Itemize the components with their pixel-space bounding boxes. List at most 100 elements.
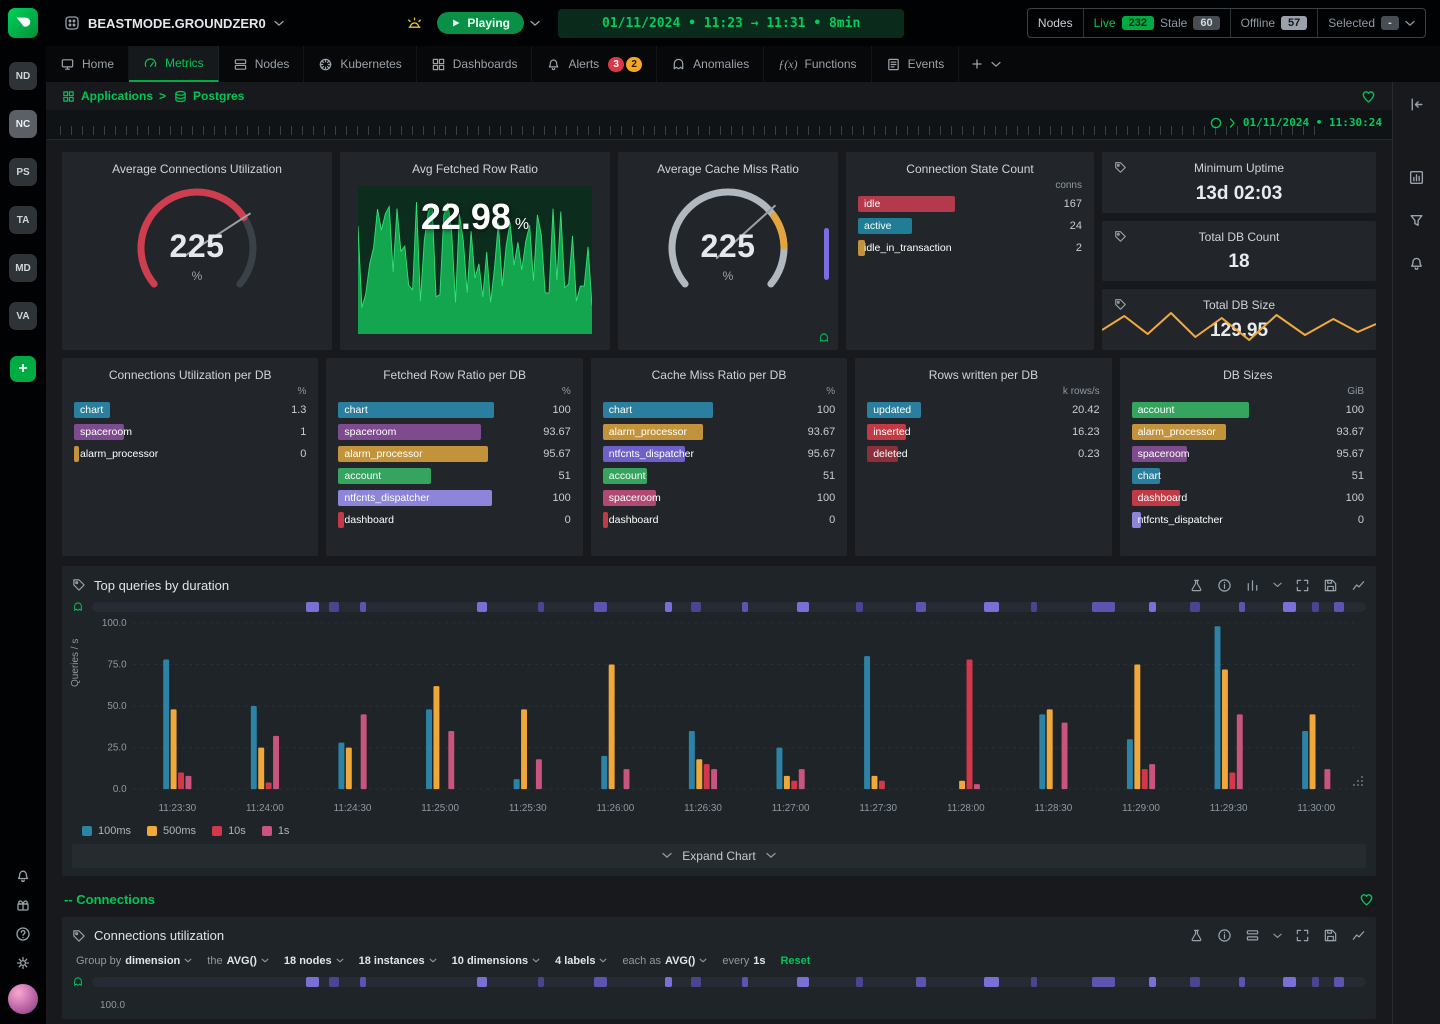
line-chart-icon[interactable] xyxy=(1351,578,1366,593)
breadcrumb-postgres[interactable]: Postgres xyxy=(174,89,244,103)
anomaly-rate-icon[interactable] xyxy=(1189,578,1204,593)
card-avg-fetched-row-ratio[interactable]: Avg Fetched Row Ratio 22.98% xyxy=(340,152,610,350)
dimension-row[interactable]: updated20.42 xyxy=(855,399,1111,421)
anomaly-ribbon[interactable] xyxy=(92,977,1366,987)
dimension-row[interactable]: chart100 xyxy=(326,399,582,421)
tab-nodes[interactable]: Nodes xyxy=(219,46,305,82)
chart-type-button[interactable] xyxy=(1245,578,1260,593)
dimension-row[interactable]: alarm_processor0 xyxy=(62,443,318,465)
dimension-row[interactable]: chart100 xyxy=(591,399,847,421)
date-range-picker[interactable]: 01/11/2024 • 11:23 → 11:31 • 8min xyxy=(558,9,904,38)
expand-chart-button[interactable]: Expand Chart xyxy=(72,844,1366,868)
breadcrumb-applications[interactable]: Applications > xyxy=(62,89,166,103)
timeline-current-time[interactable]: 01/11/2024 • 11:30:24 xyxy=(1210,116,1382,129)
toolbar-avg[interactable]: each asAVG() xyxy=(622,955,707,967)
dimension-row[interactable]: inserted16.23 xyxy=(855,421,1111,443)
dimension-row[interactable]: alarm_processor95.67 xyxy=(326,443,582,465)
toolbar-18-instances[interactable]: 18 instances xyxy=(359,955,437,967)
anomaly-rate-icon[interactable] xyxy=(1189,928,1204,943)
legend-item[interactable]: 10s xyxy=(212,825,246,837)
toolbar-18-nodes[interactable]: 18 nodes xyxy=(284,955,344,967)
top-queries-chart[interactable]: 0.025.050.075.0100.011:23:3011:24:0011:2… xyxy=(88,617,1366,821)
space-item[interactable]: MD xyxy=(9,254,37,282)
dimension-row[interactable]: alarm_processor93.67 xyxy=(591,421,847,443)
anomalies-ghost-icon[interactable] xyxy=(818,332,830,344)
dimension-row[interactable]: dashboard100 xyxy=(1120,487,1376,509)
space-item[interactable]: ND xyxy=(9,62,37,90)
info-icon[interactable] xyxy=(1217,928,1232,943)
card-total-db-size[interactable]: Total DB Size 129.95 xyxy=(1102,289,1376,350)
dimension-row[interactable]: ntfcnts_dispatcher95.67 xyxy=(591,443,847,465)
dimension-row[interactable]: account100 xyxy=(1120,399,1376,421)
nodes-offline-segment[interactable]: Offline 57 xyxy=(1230,9,1318,37)
chart-type-caret-icon[interactable] xyxy=(1273,582,1282,588)
gift-icon[interactable] xyxy=(15,897,31,913)
playing-button[interactable]: Playing xyxy=(437,12,524,34)
user-avatar[interactable] xyxy=(8,984,38,1014)
toolbar-1s[interactable]: every1s xyxy=(722,955,765,967)
add-tab-button[interactable] xyxy=(959,46,1013,82)
line-chart-icon[interactable] xyxy=(1351,928,1366,943)
toolbar-avg[interactable]: theAVG() xyxy=(207,955,269,967)
anomalies-ghost-icon[interactable] xyxy=(72,976,84,988)
favorite-heart-icon[interactable] xyxy=(1361,89,1376,103)
tab-kubernetes[interactable]: Kubernetes xyxy=(304,46,416,82)
playing-caret-icon[interactable] xyxy=(530,20,540,27)
add-space-button[interactable]: + xyxy=(10,356,36,382)
nodes-live-segment[interactable]: Live 232 Stale 60 xyxy=(1083,9,1230,37)
tab-events[interactable]: Events xyxy=(872,46,960,82)
alerts-bell-icon[interactable] xyxy=(1408,255,1425,272)
card-total-db-count[interactable]: Total DB Count 18 xyxy=(1102,221,1376,282)
dimension-row[interactable]: alarm_processor93.67 xyxy=(1120,421,1376,443)
chart-panel-icon[interactable] xyxy=(1408,169,1425,186)
anomaly-ribbon[interactable] xyxy=(92,602,1366,612)
chart-type-caret-icon[interactable] xyxy=(1273,933,1282,939)
anomalies-ghost-icon[interactable] xyxy=(72,601,84,613)
dimension-row[interactable]: spaceroom93.67 xyxy=(326,421,582,443)
legend-item[interactable]: 100ms xyxy=(82,825,131,837)
toolbar-dimension[interactable]: Group bydimension xyxy=(76,955,192,967)
save-snapshot-icon[interactable] xyxy=(1323,578,1338,593)
fullscreen-icon[interactable] xyxy=(1295,578,1310,593)
space-item[interactable]: TA xyxy=(9,206,37,234)
info-icon[interactable] xyxy=(1217,578,1232,593)
fullscreen-icon[interactable] xyxy=(1295,928,1310,943)
settings-gear-icon[interactable] xyxy=(15,955,31,971)
dimension-row[interactable]: deleted0.23 xyxy=(855,443,1111,465)
card-avg-connections-utilization[interactable]: Average Connections Utilization 225 % xyxy=(62,152,332,350)
card-avg-cache-miss-ratio[interactable]: Average Cache Miss Ratio 225 % xyxy=(618,152,838,350)
dimension-row[interactable]: active24 xyxy=(846,215,1094,237)
time-scrubber[interactable]: 01/11/2024 • 11:30:24 xyxy=(46,110,1392,140)
nodes-selected-segment[interactable]: Selected - xyxy=(1317,9,1425,37)
dimension-row[interactable]: chart51 xyxy=(1120,465,1376,487)
dimension-row[interactable]: spaceroom1 xyxy=(62,421,318,443)
alarm-siren-icon[interactable] xyxy=(406,15,423,32)
card-minimum-uptime[interactable]: Minimum Uptime 13d 02:03 xyxy=(1102,152,1376,213)
notifications-bell-icon[interactable] xyxy=(15,868,31,884)
favorite-heart-icon[interactable] xyxy=(1359,892,1374,906)
netdata-logo[interactable] xyxy=(8,8,38,38)
card-fetched-row-ratio-per-db[interactable]: Fetched Row Ratio per DB % chart100space… xyxy=(326,358,582,556)
toolbar-10-dimensions[interactable]: 10 dimensions xyxy=(452,955,540,967)
card-db-sizes[interactable]: DB Sizes GiB account100alarm_processor93… xyxy=(1120,358,1376,556)
toolbar-reset[interactable]: Reset xyxy=(780,955,810,967)
nodes-label-segment[interactable]: Nodes xyxy=(1028,9,1083,37)
dimension-row[interactable]: spaceroom95.67 xyxy=(1120,443,1376,465)
tab-dashboards[interactable]: Dashboards xyxy=(417,46,533,82)
dimension-row[interactable]: dashboard0 xyxy=(591,509,847,531)
tab-functions[interactable]: ƒ(x) Functions xyxy=(764,46,871,82)
space-item[interactable]: NC xyxy=(9,110,37,138)
space-item[interactable]: PS xyxy=(9,158,37,186)
tab-alerts[interactable]: Alerts 3 2 xyxy=(532,46,657,82)
tab-home[interactable]: Home xyxy=(46,46,129,82)
resize-handle[interactable] xyxy=(1352,775,1364,787)
filter-icon[interactable] xyxy=(1408,212,1425,229)
collapse-panel-icon[interactable] xyxy=(1408,96,1425,113)
dimension-row[interactable]: ntfcnts_dispatcher100 xyxy=(326,487,582,509)
save-snapshot-icon[interactable] xyxy=(1323,928,1338,943)
dimension-row[interactable]: ntfcnts_dispatcher0 xyxy=(1120,509,1376,531)
dimension-row[interactable]: account51 xyxy=(326,465,582,487)
tab-anomalies[interactable]: Anomalies xyxy=(657,46,764,82)
legend-item[interactable]: 1s xyxy=(262,825,290,837)
dimension-row[interactable]: idle_in_transaction2 xyxy=(846,237,1094,259)
